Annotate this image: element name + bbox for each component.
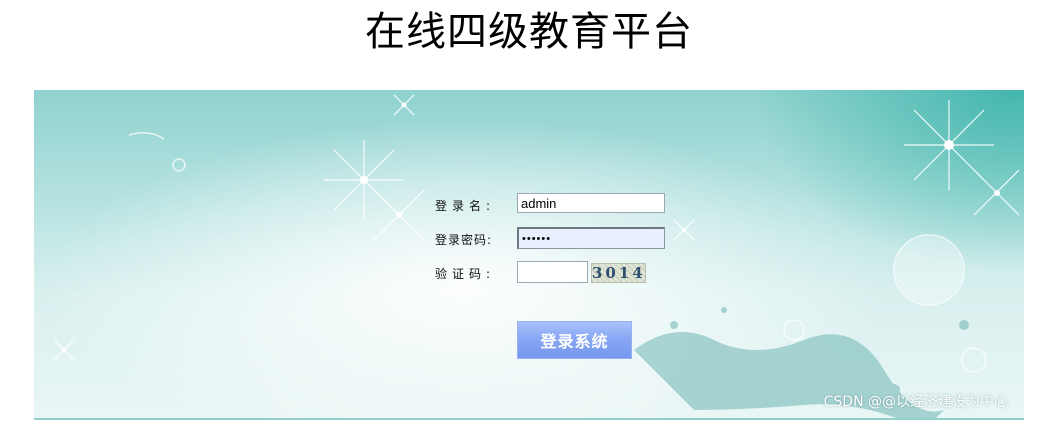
captcha-input[interactable] bbox=[517, 261, 588, 283]
captcha-image[interactable]: 3014 bbox=[591, 263, 646, 283]
username-input[interactable] bbox=[517, 193, 665, 213]
login-button[interactable]: 登录系统 bbox=[517, 321, 632, 359]
username-label: 登录名: bbox=[435, 199, 496, 213]
page-title: 在线四级教育平台 bbox=[365, 9, 693, 55]
login-page: 在线四级教育平台 登录名: admin 登录密码: •••••• 验证码: 30… bbox=[0, 0, 1037, 437]
password-input[interactable] bbox=[517, 227, 665, 249]
login-panel: 登录名: 登录密码: 验证码: 3014 登录系统 CSDN @@以经济建设为中… bbox=[34, 90, 1024, 420]
panel-bottom-divider bbox=[34, 418, 1024, 420]
password-label: 登录密码: bbox=[435, 233, 493, 247]
captcha-label: 验证码: bbox=[435, 267, 496, 281]
watermark-text: CSDN @@以经济建设为中心 bbox=[823, 394, 1008, 410]
sparkle-background-decoration bbox=[53, 94, 1020, 420]
